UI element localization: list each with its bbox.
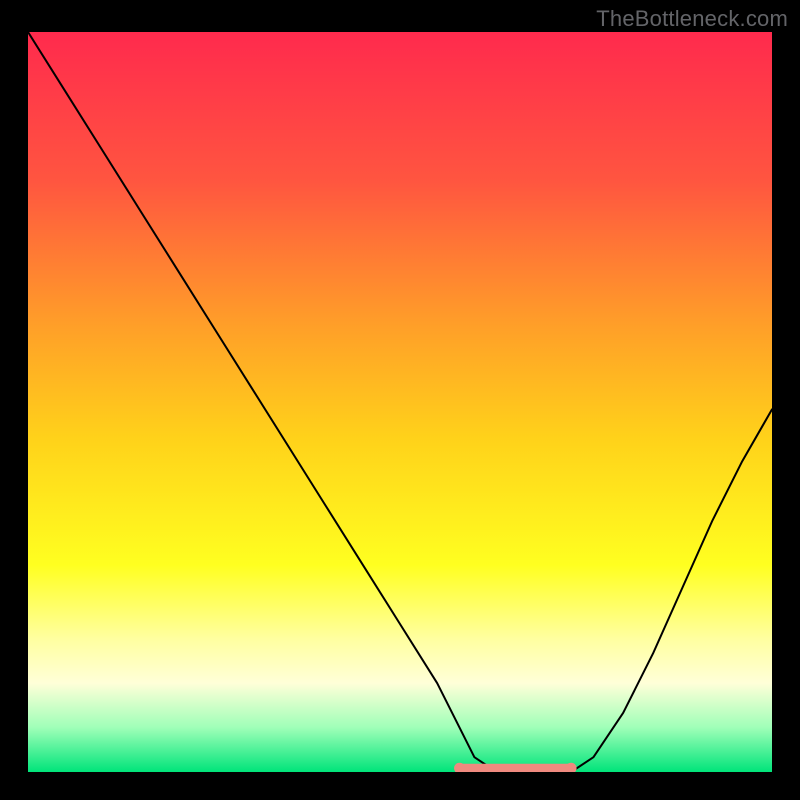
plot-area [28,32,772,772]
watermark-text: TheBottleneck.com [596,6,788,32]
gradient-background [28,32,772,772]
chart-svg [28,32,772,772]
chart-container: TheBottleneck.com [0,0,800,800]
optimal-range-marker [454,763,577,772]
